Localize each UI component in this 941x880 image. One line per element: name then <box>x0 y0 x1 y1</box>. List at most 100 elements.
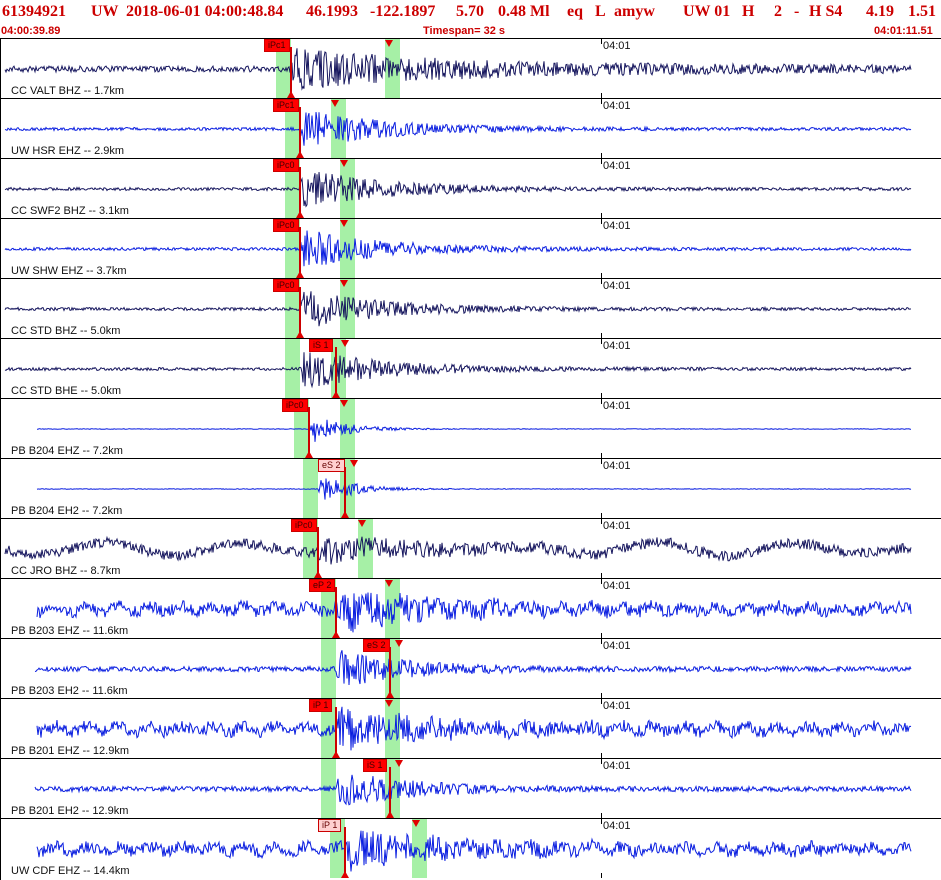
waveform-trace <box>36 592 912 633</box>
method: H S4 <box>809 3 843 20</box>
arrival-marker-bottom <box>386 811 394 818</box>
pick-label[interactable]: eP 2 <box>309 579 336 592</box>
trace-panel[interactable]: eS 2 04:01 PB B204 EH2 -- 7.2km <box>1 458 941 518</box>
waveform-line <box>37 419 911 442</box>
minute-tick-top <box>601 819 602 824</box>
pick-label[interactable]: iP 1 <box>318 819 342 832</box>
trace-panel[interactable]: iP 1 04:01 PB B201 EHZ -- 12.9km <box>1 698 941 758</box>
waveform-trace <box>34 650 912 686</box>
minute-tick-label: 04:01 <box>603 400 631 412</box>
station-channel-label: UW CDF EHZ -- 14.4km <box>11 865 130 877</box>
pick-label[interactable]: iPc0 <box>273 219 299 232</box>
minute-tick-top <box>601 459 602 464</box>
waveform-line <box>36 706 912 751</box>
waveform-line <box>4 230 912 267</box>
trace-panel[interactable]: iPc0 04:01 CC JRO BHZ -- 8.7km <box>1 518 941 578</box>
arrival-marker-top <box>385 580 393 587</box>
station-channel-label: CC JRO BHZ -- 8.7km <box>11 565 121 577</box>
trace-panel[interactable]: iPc0 04:01 UW SHW EHZ -- 3.7km <box>1 218 941 278</box>
pick-marker-line[interactable] <box>308 407 310 457</box>
waveform-line <box>34 650 912 686</box>
station-channel-label: UW SHW EHZ -- 3.7km <box>11 265 127 277</box>
station-channel-label: CC VALT BHZ -- 1.7km <box>11 85 125 97</box>
pick-label[interactable]: iPc0 <box>273 159 299 172</box>
pick-marker-line[interactable] <box>335 347 337 397</box>
trace-panel[interactable]: iPc0 04:01 PB B204 EHZ -- 7.2km <box>1 398 941 458</box>
waveform-trace <box>37 419 911 442</box>
minute-tick-top <box>601 159 602 164</box>
pick-label[interactable]: iPc1 <box>273 99 299 112</box>
trace-panel[interactable]: iS 1 04:01 CC STD BHE -- 5.0km <box>1 338 941 398</box>
seismogram-panels[interactable]: iPc1 04:01 CC VALT BHZ -- 1.7km iPc1 04:01 UW… <box>0 38 941 880</box>
pick-label[interactable]: eS 2 <box>318 459 345 472</box>
pick-marker-line[interactable] <box>317 527 319 577</box>
author: amyw <box>614 3 655 20</box>
origin-time: 2018-06-01 04:00:48.84 <box>126 3 284 20</box>
time-range-bar: 04:00:39.89 Timespan= 32 s 04:01:11.51 <box>0 24 941 38</box>
depth: 5.70 <box>456 3 484 20</box>
waveform-line <box>4 48 912 91</box>
trace-panel[interactable]: iS 1 04:01 PB B201 EH2 -- 12.9km <box>1 758 941 818</box>
arrival-marker-top <box>412 820 420 827</box>
waveform-trace <box>4 48 912 91</box>
waveform-trace <box>36 830 912 872</box>
arrival-marker-top <box>350 460 358 467</box>
pick-marker-line[interactable] <box>344 467 346 517</box>
pick-marker-line[interactable] <box>299 107 301 157</box>
waveform-line <box>4 291 911 327</box>
trace-panel[interactable]: iPc0 04:01 CC SWF2 BHZ -- 3.1km <box>1 158 941 218</box>
pick-marker-line[interactable] <box>389 647 391 697</box>
pick-label[interactable]: iS 1 <box>363 759 387 772</box>
pick-marker-line[interactable] <box>344 827 346 877</box>
waveform-line <box>34 774 912 806</box>
pick-marker-line[interactable] <box>389 767 391 817</box>
arrival-marker-bottom <box>296 211 304 218</box>
minute-tick-bottom <box>601 873 602 878</box>
pick-label[interactable]: eS 2 <box>363 639 390 652</box>
minute-tick-top <box>601 219 602 224</box>
trace-panel[interactable]: iPc1 04:01 CC VALT BHZ -- 1.7km <box>1 38 941 98</box>
waveform-trace <box>4 291 911 327</box>
pick-label[interactable]: iPc1 <box>264 39 290 52</box>
pick-label[interactable]: iPc0 <box>291 519 317 532</box>
pick-label[interactable]: iP 1 <box>309 699 333 712</box>
pick-label[interactable]: iPc0 <box>273 279 299 292</box>
minute-tick-label: 04:01 <box>603 220 631 232</box>
minute-tick-top <box>601 699 602 704</box>
trace-panel[interactable]: iP 1 04:01 UW CDF EHZ -- 14.4km <box>1 818 941 878</box>
trace-panel[interactable]: iPc0 04:01 CC STD BHZ -- 5.0km <box>1 278 941 338</box>
latitude: 46.1993 <box>306 3 358 20</box>
value-b: 1.51 <box>908 3 936 20</box>
arrival-marker-bottom <box>305 451 313 458</box>
waveform-trace <box>36 706 912 751</box>
arrival-marker-bottom <box>287 91 295 98</box>
pick-label[interactable]: iPc0 <box>282 399 308 412</box>
waveform-trace <box>4 230 912 267</box>
arrival-marker-bottom <box>296 271 304 278</box>
pick-marker-line[interactable] <box>299 167 301 217</box>
station-channel-label: PB B204 EHZ -- 7.2km <box>11 445 123 457</box>
pick-marker-line[interactable] <box>335 587 337 637</box>
event-network: UW <box>91 3 119 20</box>
pick-marker-line[interactable] <box>299 227 301 277</box>
waveform-trace <box>34 774 912 806</box>
pick-marker-line[interactable] <box>290 47 292 97</box>
pick-label[interactable]: iS 1 <box>309 339 333 352</box>
quality: H <box>742 3 755 20</box>
pick-marker-line[interactable] <box>299 287 301 337</box>
waveform-line <box>36 830 912 872</box>
magnitude: 0.48 Ml <box>498 3 550 20</box>
waveform-line <box>4 112 912 146</box>
arrival-marker-top <box>385 40 393 47</box>
trace-panel[interactable]: eP 2 04:01 PB B203 EHZ -- 11.6km <box>1 578 941 638</box>
trace-panel[interactable]: iPc1 04:01 UW HSR EHZ -- 2.9km <box>1 98 941 158</box>
arrival-marker-bottom <box>296 151 304 158</box>
pick-marker-line[interactable] <box>335 707 337 757</box>
station-channel-label: CC STD BHZ -- 5.0km <box>11 325 121 337</box>
value-a: 4.19 <box>866 3 894 20</box>
waveform-trace <box>4 535 912 565</box>
minute-tick-label: 04:01 <box>603 100 631 112</box>
waveform-line <box>36 592 912 633</box>
arrival-marker-bottom <box>314 571 322 578</box>
trace-panel[interactable]: eS 2 04:01 PB B203 EH2 -- 11.6km <box>1 638 941 698</box>
